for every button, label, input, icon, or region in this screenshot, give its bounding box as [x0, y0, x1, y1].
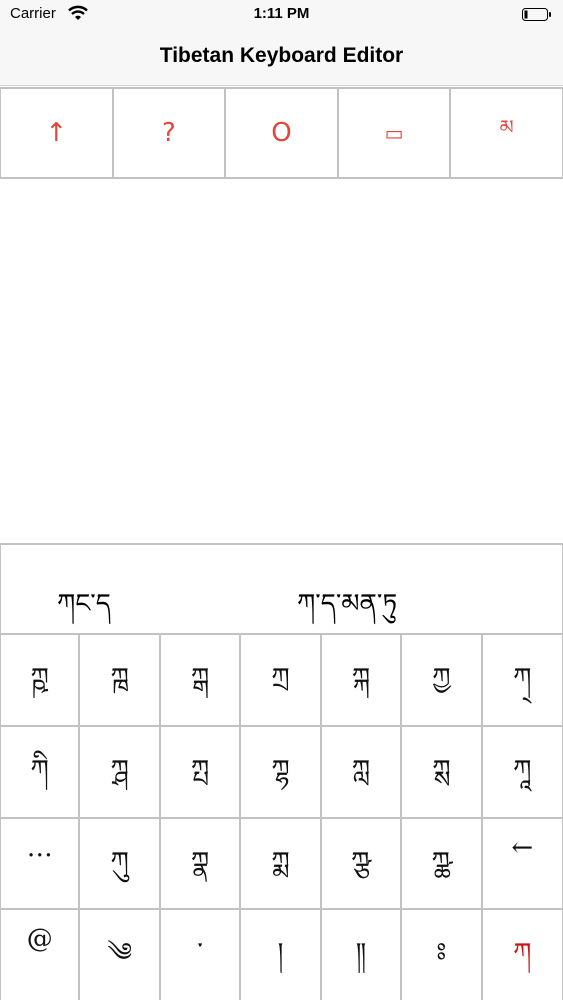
key[interactable]: ཀ྄ — [482, 635, 563, 727]
tibetan-keyboard: ཀང་ད ཀ་ད་མན་ཏུ ཀྵ ཀྑ ཀྒ ཀྲ ཀྐ ཀྱ ཀ྄ ཀི ཀ… — [0, 543, 563, 1000]
key[interactable]: ཀྨ — [241, 818, 322, 911]
page-title: Tibetan Keyboard Editor — [159, 44, 404, 67]
key[interactable]: ཀྐ — [321, 635, 403, 727]
backspace-key[interactable]: ← — [482, 818, 563, 911]
rectangle-icon: ▭ — [384, 121, 404, 145]
suggestion-bar: ཀང་ད ཀ་ད་མན་ཏུ — [0, 545, 563, 635]
ellipsis-key[interactable]: … — [0, 818, 81, 911]
editor-toolbar: ↑ ? O ▭ མ — [0, 87, 563, 179]
key[interactable]: ཀི — [0, 726, 81, 819]
key[interactable]: ཀྣ — [160, 818, 242, 911]
shad-key[interactable]: ། — [241, 910, 322, 1000]
key[interactable]: ཀྷ — [241, 726, 322, 819]
key[interactable]: ཿ — [402, 910, 483, 1000]
arrow-up-button[interactable]: ↑ — [0, 89, 114, 177]
text-editor[interactable] — [0, 179, 563, 543]
key[interactable]: ཀྪ — [402, 818, 483, 911]
key[interactable]: ཀྩ — [321, 818, 403, 911]
question-icon: ? — [161, 118, 176, 148]
at-key[interactable]: @ — [0, 910, 81, 1000]
key[interactable]: ༄ — [80, 910, 161, 1000]
double-shad-key[interactable]: ༎ — [322, 910, 403, 1000]
key[interactable]: ཀྴ — [80, 726, 161, 819]
battery-icon — [522, 8, 551, 21]
help-button[interactable]: ? — [113, 89, 227, 177]
key[interactable]: ཀླ — [321, 726, 403, 819]
key[interactable]: ཀྲ — [241, 635, 322, 727]
key[interactable]: ཀྱ — [402, 635, 483, 727]
key[interactable]: ཀཱ — [482, 726, 563, 819]
key[interactable]: ཀུ — [80, 818, 161, 911]
status-bar: Carrier 1:11 PM — [0, 0, 563, 30]
key[interactable]: ཀྵ — [0, 635, 81, 727]
key[interactable]: ཀྑ — [80, 635, 161, 727]
tibetan-ma-button[interactable]: མ — [451, 89, 563, 177]
circle-button[interactable]: O — [226, 89, 339, 177]
navigation-bar: Tibetan Keyboard Editor — [0, 30, 563, 86]
circle-icon: O — [271, 118, 292, 148]
keyboard-switch-key[interactable]: ཀ — [483, 910, 563, 1000]
rectangle-button[interactable]: ▭ — [338, 89, 452, 177]
key[interactable]: ཀྒ — [160, 635, 242, 727]
key[interactable]: ཀྤ — [160, 726, 242, 819]
clock: 1:11 PM — [253, 5, 310, 22]
arrow-up-icon: ↑ — [45, 118, 68, 148]
key[interactable]: ཀྶ — [402, 726, 483, 819]
key-grid: ཀྵ ཀྑ ཀྒ ཀྲ ཀྐ ཀྱ ཀ྄ ཀི ཀྴ ཀྤ ཀྷ ཀླ ཀྶ ཀ… — [0, 635, 563, 1000]
tibetan-ma-icon: མ — [499, 115, 514, 139]
tsheg-key[interactable]: ་ — [161, 910, 242, 1000]
